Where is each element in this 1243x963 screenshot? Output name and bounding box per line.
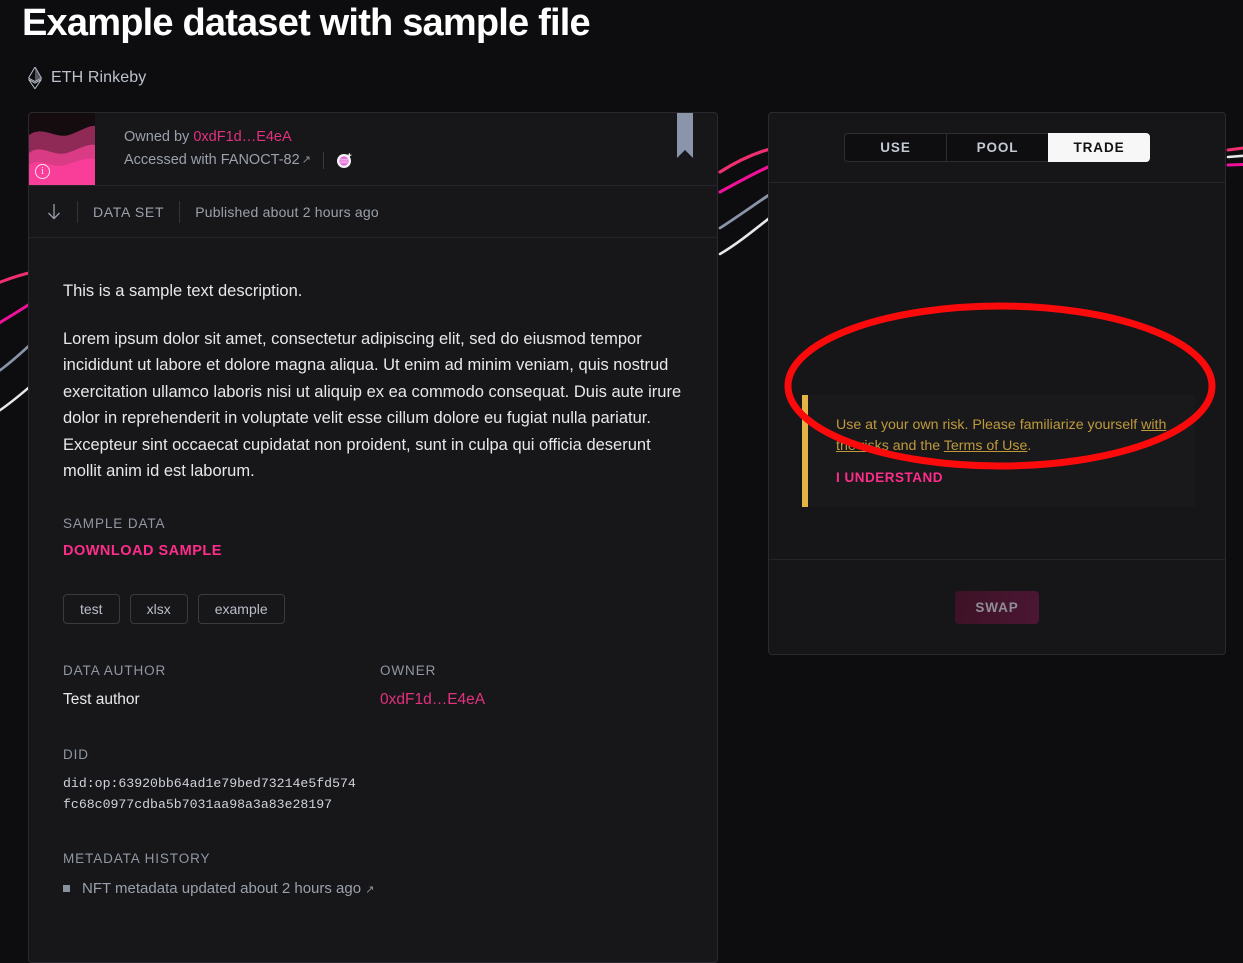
- tab-use[interactable]: USE: [844, 133, 946, 162]
- divider: [179, 200, 181, 223]
- sample-data-label: SAMPLE DATA: [63, 516, 166, 532]
- network-label: ETH Rinkeby: [51, 69, 147, 86]
- list-item: NFT metadata updated about 2 hours ago ↗: [63, 880, 683, 897]
- i-understand-button[interactable]: I UNDERSTAND: [836, 470, 943, 485]
- tag-list: test xlsx example: [63, 594, 683, 625]
- accessed-with-label: Accessed with: [124, 152, 217, 168]
- trade-tabs: USE POOL TRADE: [769, 113, 1225, 183]
- tab-trade[interactable]: TRADE: [1048, 133, 1150, 162]
- owned-by-row: Owned by 0xdF1d…E4eA: [124, 126, 717, 149]
- owner-label: OWNER: [380, 663, 437, 679]
- trade-footer: SWAP: [769, 559, 1225, 654]
- access-token-link[interactable]: FANOCT-82 ↗: [221, 149, 311, 172]
- description-lead: This is a sample text description.: [63, 282, 303, 300]
- tag-item[interactable]: example: [197, 594, 285, 625]
- risk-text-part1: Use at your own risk. Please familiarize…: [836, 417, 1142, 433]
- metadata-history-link[interactable]: NFT metadata updated about 2 hours ago ↗: [82, 880, 374, 897]
- risk-notice-text: Use at your own risk. Please familiarize…: [836, 415, 1175, 457]
- accessed-with-row: Accessed with FANOCT-82 ↗: [124, 149, 717, 172]
- owner-value-link[interactable]: 0xdF1d…E4eA: [380, 691, 485, 708]
- risk-notice: Use at your own risk. Please familiarize…: [802, 395, 1195, 507]
- asset-details-grid: DATA AUTHOR Test author OWNER 0xdF1d…E4e…: [63, 663, 683, 711]
- owner-column: OWNER 0xdF1d…E4eA: [380, 663, 683, 711]
- swap-button[interactable]: SWAP: [955, 590, 1039, 624]
- external-link-icon: ↗: [365, 884, 375, 897]
- page-title: Example dataset with sample file: [22, 2, 591, 44]
- description-body: Lorem ipsum dolor sit amet, consectetur …: [63, 330, 682, 481]
- did-label: DID: [63, 747, 89, 763]
- asset-header: i Owned by 0xdF1d…E4eA Accessed with FAN…: [29, 113, 717, 186]
- ethereum-icon: [28, 67, 42, 89]
- trade-body: Use at your own risk. Please familiarize…: [769, 183, 1225, 559]
- owned-by-label: Owned by: [124, 129, 190, 145]
- data-author-column: DATA AUTHOR Test author: [63, 663, 380, 711]
- asset-card-body: This is a sample text description. Lorem…: [29, 238, 717, 897]
- did-value: did:op:63920bb64ad1e79bed73214e5fd574fc6…: [63, 776, 356, 813]
- network-badge: ETH Rinkeby: [28, 67, 146, 89]
- asset-header-text: Owned by 0xdF1d…E4eA Accessed with FANOC…: [95, 113, 717, 185]
- asset-meta-strip: DATA SET Published about 2 hours ago: [29, 186, 717, 238]
- tag-item[interactable]: xlsx: [129, 594, 188, 625]
- terms-of-use-link[interactable]: Terms of Use: [944, 438, 1028, 454]
- owner-address-link[interactable]: 0xdF1d…E4eA: [193, 129, 291, 145]
- published-label: Published about 2 hours ago: [195, 203, 379, 220]
- tab-pool[interactable]: POOL: [946, 133, 1048, 162]
- risk-text-part3: .: [1027, 438, 1032, 454]
- nft-waves-thumbnail: i: [29, 113, 95, 185]
- divider: [77, 200, 78, 223]
- risk-text-part2: and the: [888, 438, 944, 454]
- did-section: DID did:op:63920bb64ad1e79bed73214e5fd57…: [63, 747, 683, 815]
- metadata-history-section: METADATA HISTORY NFT metadata updated ab…: [63, 851, 683, 897]
- metadata-history-label: METADATA HISTORY: [63, 851, 211, 867]
- tab-group: USE POOL TRADE: [844, 133, 1150, 162]
- access-token-label: FANOCT-82: [220, 152, 300, 168]
- info-icon: i: [35, 164, 50, 179]
- trade-panel: USE POOL TRADE Use at your own risk. Ple…: [768, 112, 1226, 655]
- metadata-history-text: NFT metadata updated about 2 hours ago: [82, 880, 362, 898]
- square-bullet-icon: [63, 885, 70, 893]
- add-token-to-wallet-icon[interactable]: [336, 152, 353, 169]
- bookmark-icon[interactable]: [677, 113, 693, 158]
- download-arrow-icon: [48, 203, 60, 220]
- data-author-value: Test author: [63, 691, 140, 709]
- download-sample-link[interactable]: DOWNLOAD SAMPLE: [63, 543, 222, 559]
- external-link-icon: ↗: [301, 154, 311, 166]
- tag-item[interactable]: test: [63, 594, 120, 625]
- asset-detail-card: i Owned by 0xdF1d…E4eA Accessed with FAN…: [28, 112, 718, 963]
- data-author-label: DATA AUTHOR: [63, 663, 167, 679]
- asset-type-label: DATA SET: [93, 203, 165, 220]
- divider: [322, 152, 324, 169]
- sample-data-section: SAMPLE DATA DOWNLOAD SAMPLE: [63, 516, 683, 560]
